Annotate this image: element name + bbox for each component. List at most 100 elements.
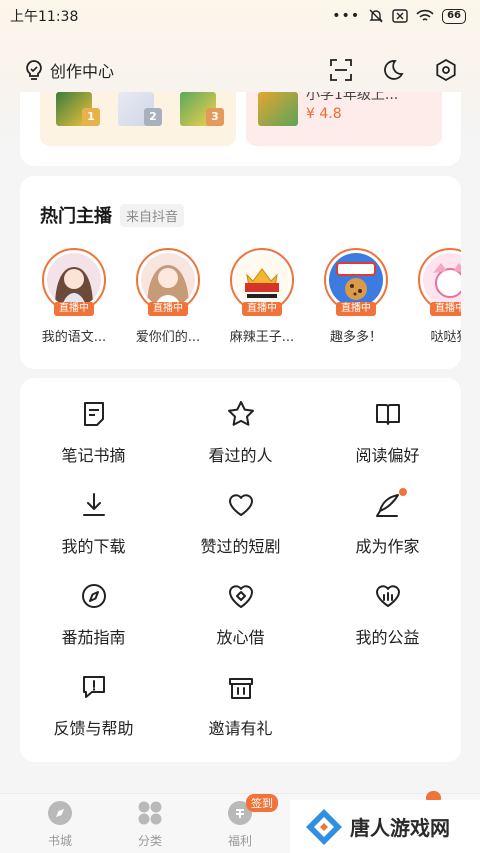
grid-item-feedback[interactable]: 反馈与帮助 <box>20 673 167 753</box>
avatar[interactable]: 直播中 <box>42 248 106 316</box>
grid-label: 放心借 <box>216 628 265 647</box>
status-time: 上午11:38 <box>10 9 79 25</box>
heart-icon <box>227 491 255 519</box>
creator-center-label: 创作中心 <box>50 62 115 81</box>
live-badge: 直播中 <box>430 302 461 316</box>
book-icon <box>374 400 402 428</box>
host-item[interactable]: 直播中 趣多多！ <box>310 248 402 345</box>
live-badge: 直播中 <box>336 302 376 316</box>
watermark-logo-icon <box>306 808 342 845</box>
book-title: 小学1年级上... <box>306 92 399 103</box>
watermark: 唐人游戏网 <box>290 800 480 853</box>
grid-item-reading-preference[interactable]: 阅读偏好 <box>314 400 461 480</box>
watermark-text: 唐人游戏网 <box>350 816 450 840</box>
note-icon <box>80 400 108 428</box>
star-icon <box>227 400 255 428</box>
avatar-image <box>329 253 383 307</box>
status-bar: 上午11:38 ••• 66 <box>0 0 480 32</box>
battery-indicator: 66 <box>442 8 466 24</box>
nav-bookstore[interactable]: 书城 <box>30 800 90 849</box>
live-badge: 直播中 <box>148 302 188 316</box>
hosts-header: 热门主播 来自抖音 <box>40 202 185 228</box>
grid-item-invite[interactable]: 邀请有礼 <box>167 673 314 753</box>
grid-label: 邀请有礼 <box>208 719 273 738</box>
lightbulb-icon <box>26 60 42 80</box>
settings-icon[interactable] <box>434 58 458 82</box>
hosts-list: 直播中 我的语文... 直播中 爱你们的... 直播中 麻辣王子... 直播中 … <box>20 248 461 358</box>
avatar-image <box>423 253 461 307</box>
header: 创作中心 <box>0 50 480 90</box>
grid-label: 笔记书摘 <box>61 446 126 465</box>
grid-label: 赞过的短剧 <box>200 537 281 556</box>
compass-nav-icon <box>47 800 73 826</box>
grid-label: 番茄指南 <box>61 628 126 647</box>
grid-item-visitors[interactable]: 看过的人 <box>167 400 314 480</box>
host-name: 爱你们的... <box>135 330 201 345</box>
host-name: 我的语文... <box>41 330 107 345</box>
mute-bell-icon <box>369 9 383 23</box>
grid-item-safe-loan[interactable]: 放心借 <box>167 582 314 662</box>
avatar-image <box>235 253 289 307</box>
host-item[interactable]: 直播中 哒哒猫 <box>404 248 461 345</box>
rank-badge: 3 <box>206 108 224 126</box>
moon-icon[interactable] <box>382 59 404 81</box>
nav-label: 书城 <box>47 834 72 848</box>
avatar-image <box>47 253 101 307</box>
nav-welfare[interactable]: 福利 签到 <box>210 794 278 849</box>
header-actions <box>330 58 458 82</box>
grid-item-notes[interactable]: 笔记书摘 <box>20 400 167 480</box>
source-tag: 来自抖音 <box>120 203 185 227</box>
avatar[interactable]: 直播中 <box>230 248 294 316</box>
grid-item-guide[interactable]: 番茄指南 <box>20 582 167 662</box>
grid-label: 看过的人 <box>208 446 273 465</box>
creator-center-link[interactable]: 创作中心 <box>24 58 114 82</box>
ranked-books-strip[interactable]: 1 2 3 <box>40 92 236 146</box>
quill-icon <box>374 488 407 519</box>
hot-hosts-card: 热门主播 来自抖音 直播中 我的语文... 直播中 爱你们的... 直播中 麻辣… <box>20 176 461 369</box>
nav-label: 分类 <box>137 834 162 848</box>
grid-nav-icon <box>137 800 163 826</box>
hosts-title: 热门主播 <box>40 206 112 227</box>
host-name: 趣多多！ <box>329 330 382 345</box>
charity-heart-icon <box>374 582 402 610</box>
status-icons: ••• 66 <box>332 8 466 24</box>
feature-grid-card: 笔记书摘 看过的人 阅读偏好 我的下载 赞过的短剧 成为作家 番茄指南 放心借 … <box>20 378 461 762</box>
book-cover[interactable] <box>258 92 298 126</box>
host-name: 麻辣王子... <box>229 330 295 345</box>
notification-dot <box>398 488 407 496</box>
download-icon <box>80 491 108 519</box>
rank-badge: 1 <box>82 108 100 126</box>
grid-label: 反馈与帮助 <box>53 719 134 738</box>
host-item[interactable]: 直播中 爱你们的... <box>122 248 214 345</box>
book-price: ¥ 4.8 <box>306 106 342 122</box>
sim-icon <box>392 9 408 23</box>
grid-label: 成为作家 <box>355 537 420 556</box>
avatar[interactable]: 直播中 <box>418 248 461 316</box>
grid-label: 我的公益 <box>355 628 420 647</box>
wifi-icon <box>416 9 434 21</box>
grid-item-downloads[interactable]: 我的下载 <box>20 491 167 571</box>
nav-label: 福利 <box>227 834 252 848</box>
grid-item-become-writer[interactable]: 成为作家 <box>314 488 461 571</box>
grid-item-charity[interactable]: 我的公益 <box>314 582 461 662</box>
rank-badge: 2 <box>144 108 162 126</box>
live-badge: 直播中 <box>242 302 282 316</box>
compass-icon <box>80 582 108 610</box>
checkin-badge: 签到 <box>246 794 278 812</box>
scan-icon[interactable] <box>330 59 352 81</box>
gift-icon <box>227 673 255 701</box>
host-name: 哒哒猫 <box>430 330 461 345</box>
avatar-image <box>141 253 195 307</box>
featured-book-strip[interactable]: 小学1年级上... ¥ 4.8 <box>246 92 442 146</box>
live-badge: 直播中 <box>54 302 94 316</box>
grid-item-liked-shorts[interactable]: 赞过的短剧 <box>167 491 314 571</box>
avatar[interactable]: 直播中 <box>324 248 388 316</box>
grid-label: 阅读偏好 <box>355 446 420 465</box>
grid-label: 我的下载 <box>61 537 126 556</box>
shield-heart-icon <box>227 582 255 610</box>
host-item[interactable]: 直播中 我的语文... <box>28 248 120 345</box>
host-item[interactable]: 直播中 麻辣王子... <box>216 248 308 345</box>
feedback-icon <box>80 673 108 701</box>
avatar[interactable]: 直播中 <box>136 248 200 316</box>
nav-categories[interactable]: 分类 <box>120 800 180 849</box>
